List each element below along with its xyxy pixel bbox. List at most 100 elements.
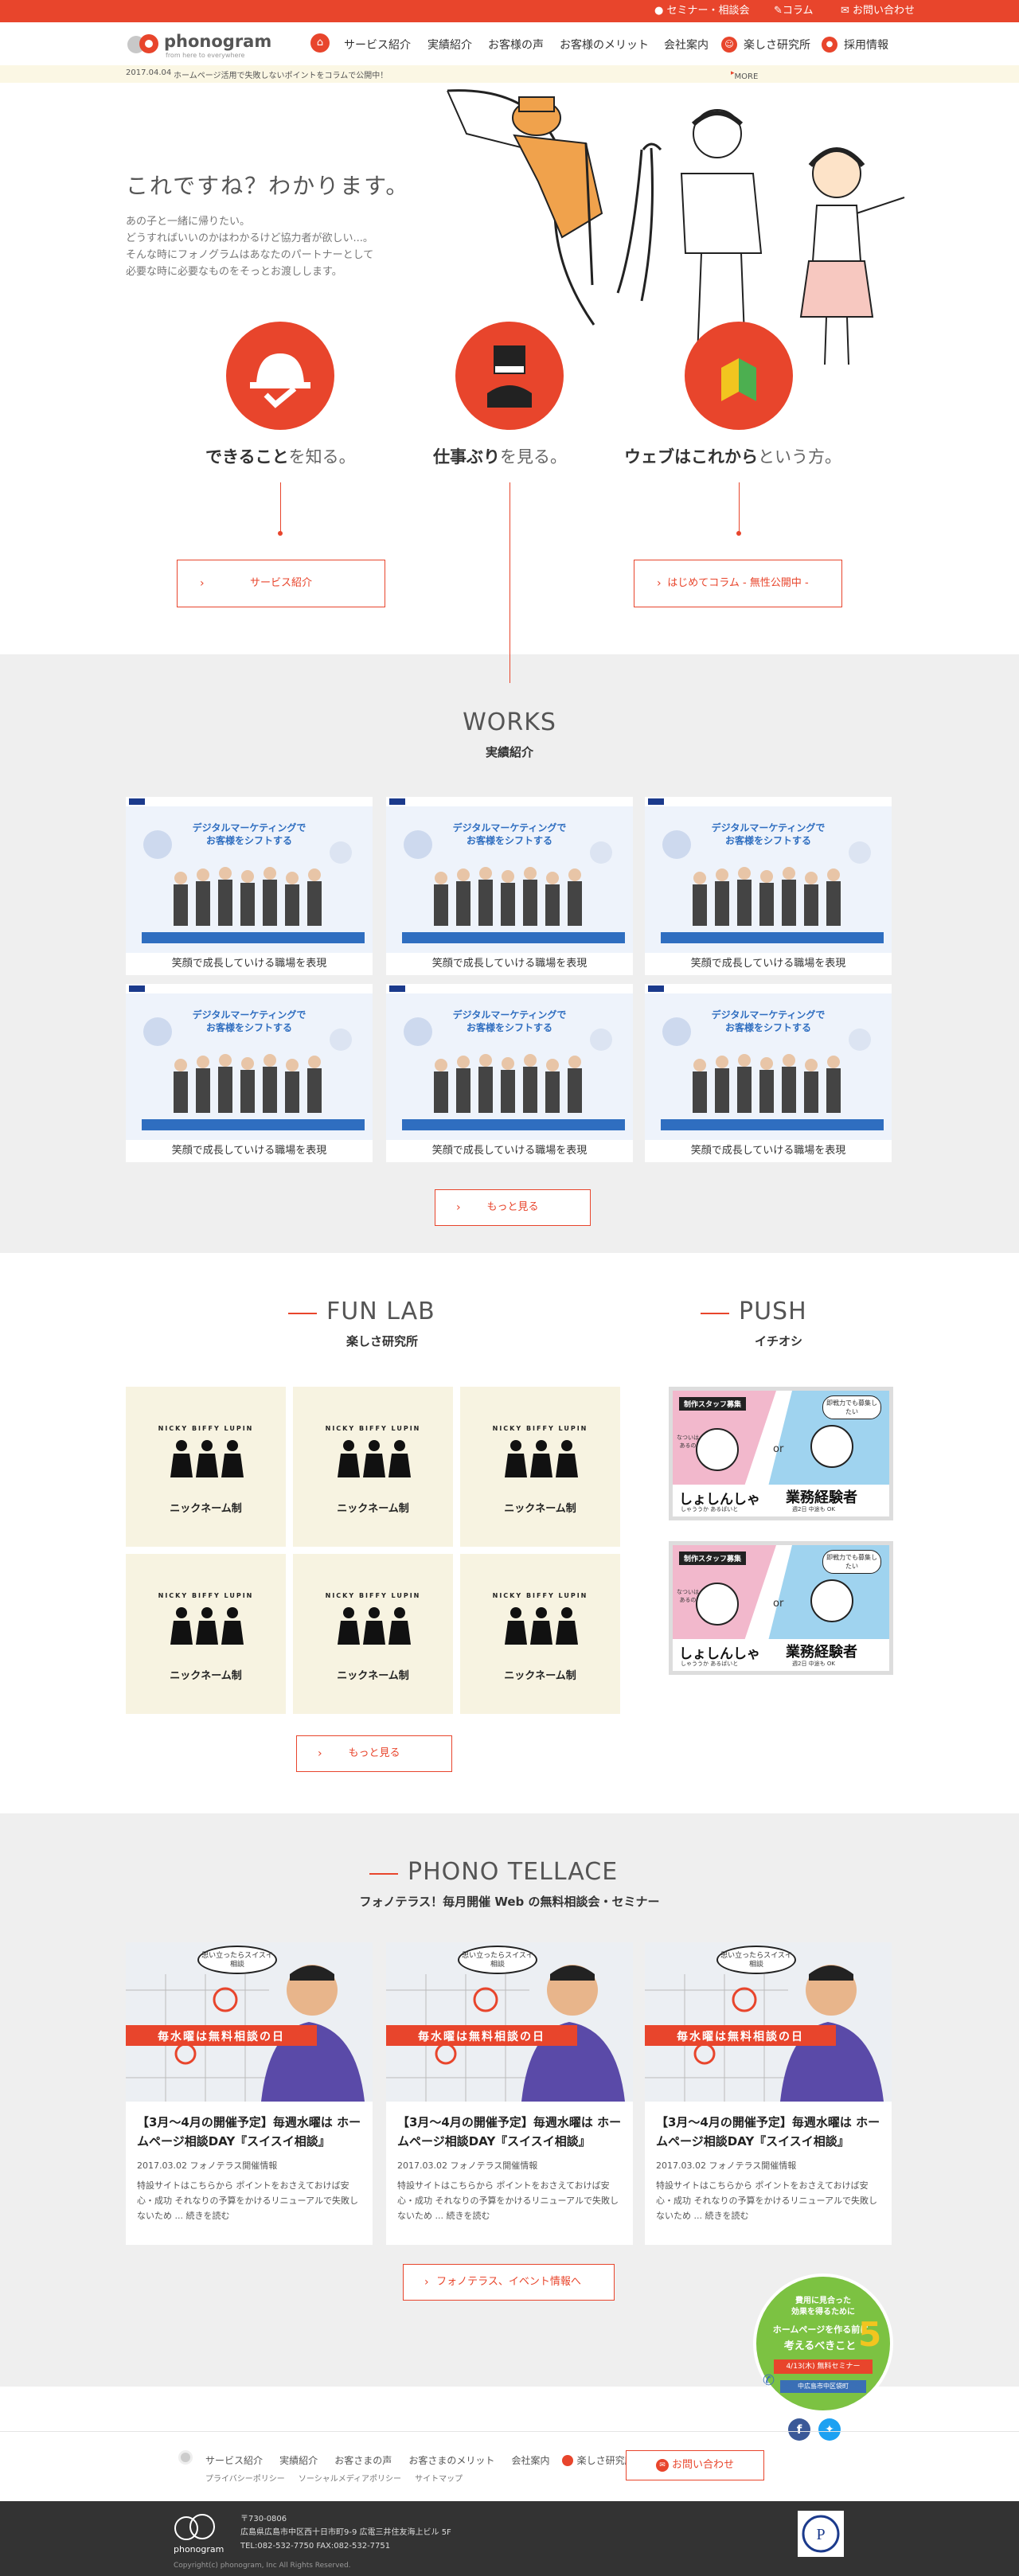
home-icon[interactable]: ⌂ [310, 33, 330, 53]
work-thumbnail: デジタルマーケティングで お客様をシフトする [645, 797, 892, 953]
push-left-sub: しゃううか あるばいと [681, 1661, 739, 1667]
nav-funlab[interactable]: 楽しさ研究所 [744, 37, 810, 53]
feature-thin: を見る。 [500, 447, 567, 466]
footer-contact-label: お問い合わせ [671, 2459, 734, 2471]
tellace-card-meta: 2017.03.02 フォノテラス開催情報 [397, 2160, 538, 2171]
tellace-card-meta: 2017.03.02 フォノテラス開催情報 [137, 2160, 278, 2171]
funlab-card[interactable]: NICKY BIFFY LUPIN ニックネーム制 [460, 1387, 620, 1547]
tellace-more-button[interactable]: › フォノテラス、イベント情報へ [403, 2264, 615, 2301]
work-card[interactable]: デジタルマーケティングで お客様をシフトする 笑顔で成長していける職場を表現 [386, 984, 633, 1162]
nav-works[interactable]: 実績紹介 [428, 37, 472, 53]
hardhat-icon [226, 322, 334, 430]
push-subtitle: イチオシ [754, 1334, 802, 1348]
works-more-button[interactable]: › もっと見る [435, 1189, 591, 1226]
nav-merit[interactable]: お客様のメリット [560, 37, 649, 53]
people-icon [503, 1438, 580, 1493]
funlab-caption: ニックネーム制 [337, 1503, 409, 1515]
funlab-caption: ニックネーム制 [337, 1670, 409, 1682]
work-thumbnail: デジタルマーケティングで お客様をシフトする [126, 984, 373, 1140]
footer-social-policy-link[interactable]: ソーシャルメディアポリシー [299, 2475, 401, 2484]
work-banner-line: デジタルマーケティングで [192, 1009, 306, 1021]
promo-number: 5 [858, 2315, 882, 2354]
tellace-bubble: 思い立ったらスイスイ相談 [716, 1946, 796, 1974]
hero-line: あの子と一緒に帰りたい。 [126, 216, 251, 228]
connector-dot [278, 531, 283, 536]
copyright: Copyright(c) phonogram, Inc All Rights R… [174, 2562, 351, 2570]
funlab-card[interactable]: NICKY BIFFY LUPIN ニックネーム制 [293, 1554, 453, 1714]
work-card[interactable]: デジタルマーケティングで お客様をシフトする 笑顔で成長していける職場を表現 [126, 984, 373, 1162]
footer-nav-works[interactable]: 実績紹介 [279, 2455, 318, 2466]
ticker-date: 2017.04.04 [126, 68, 172, 77]
works-title: WORKS [463, 708, 556, 736]
footer-privacy-link[interactable]: プライバシーポリシー [205, 2475, 285, 2484]
chevron-right-icon: › [456, 1201, 461, 1214]
topbar-seminar-link[interactable]: ● セミナー・相談会 [654, 0, 750, 22]
feature-thin: を知る。 [288, 447, 356, 466]
footer-nav-voice[interactable]: お客さまの声 [334, 2455, 392, 2466]
feature-bold: できること [205, 447, 289, 466]
topbar-seminar-label: セミナー・相談会 [666, 5, 750, 17]
twitter-icon[interactable]: ✦ [818, 2418, 841, 2441]
funlab-caption: ニックネーム制 [170, 1503, 242, 1515]
footer-contact-button[interactable]: ✉ お問い合わせ [626, 2450, 764, 2480]
nav-voice[interactable]: お客様の声 [488, 37, 544, 53]
work-card[interactable]: デジタルマーケティングで お客様をシフトする 笑顔で成長していける職場を表現 [126, 797, 373, 975]
privacy-mark-icon: P [798, 2511, 844, 2557]
logo[interactable]: phonogram from here to everywhere [126, 30, 271, 59]
funlab-card[interactable]: NICKY BIFFY LUPIN ニックネーム制 [460, 1554, 620, 1714]
work-card[interactable]: デジタルマーケティングで お客様をシフトする笑顔で成長していける職場を表現 [645, 797, 892, 975]
work-banner-line: デジタルマーケティングで [452, 822, 567, 833]
tellace-card[interactable]: 毎水曜は無料相談の日 思い立ったらスイスイ相談 【3月〜4月の開催予定】毎週水曜は … [645, 1942, 892, 2245]
seminar-promo-badge[interactable]: 費用に見合った 効果を得るために ホームページを作る前に 考えるべきこと 5 4/… [753, 2274, 893, 2414]
feature-thin: という方。 [758, 447, 841, 466]
feature-label-know: できることを知る。 [205, 444, 356, 468]
services-button[interactable]: › サービス紹介 [177, 560, 385, 607]
push-badge: 制作スタッフ募集 [679, 1397, 747, 1411]
facebook-icon[interactable]: f [788, 2418, 810, 2441]
footer-nav-services[interactable]: サービス紹介 [205, 2455, 263, 2466]
work-card[interactable]: デジタルマーケティングで お客様をシフトする 笑顔で成長していける職場を表現 [386, 797, 633, 975]
tellace-image: 毎水曜は無料相談の日 思い立ったらスイスイ相談 [126, 1942, 373, 2102]
nav-services[interactable]: サービス紹介 [344, 37, 411, 53]
push-card[interactable]: 制作スタッフ募集 即戦力でも募集したい なついはあるの or しょしんしゃ しゃううか あ… [669, 1387, 893, 1520]
footer-sitemap-link[interactable]: サイトマップ [415, 2475, 463, 2484]
topbar-column-link[interactable]: ✎コラム [774, 0, 814, 22]
footer-logo-text: phonogram [174, 2544, 224, 2555]
feature-bold: ウェブはこれから [624, 447, 758, 466]
footer-nav-company[interactable]: 会社案内 [511, 2455, 549, 2466]
nav-company[interactable]: 会社案内 [664, 37, 709, 53]
news-ticker: 2017.04.04 ホームページ活用で失敗しないポイントをコラムで公開中！ ▸… [0, 65, 1019, 83]
funlab-card[interactable]: NICKY BIFFY LUPIN ニックネーム制 [126, 1554, 286, 1714]
hero-title: これですね？わかります。 [126, 173, 410, 199]
connector-line [739, 482, 740, 533]
work-thumbnail: デジタルマーケティングで お客様をシフトする [386, 984, 633, 1140]
work-banner-line: デジタルマーケティングで [192, 822, 306, 833]
tellace-card[interactable]: 毎水曜は無料相談の日 思い立ったらスイスイ相談 【3月〜4月の開催予定】毎週水曜は … [126, 1942, 373, 2245]
funlab-names: NICKY BIFFY LUPIN [325, 1425, 421, 1432]
funlab-card[interactable]: NICKY BIFFY LUPIN ニックネーム制 [293, 1387, 453, 1547]
ticker-link[interactable]: ホームページ活用で失敗しないポイントをコラムで公開中！ [174, 68, 388, 80]
column-button[interactable]: › はじめてコラム - 無性公開中 - [634, 560, 842, 607]
work-caption: 笑顔で成長していける職場を表現 [690, 958, 846, 970]
ticker-more-link[interactable]: ▸ MORE [731, 69, 758, 81]
tellace-bubble: 思い立ったらスイスイ相談 [197, 1946, 277, 1974]
funlab-card[interactable]: NICKY BIFFY LUPIN ニックネーム制 [126, 1387, 286, 1547]
recruit-icon: ● [822, 37, 837, 53]
pen-icon: ✎ [774, 5, 783, 17]
nav-recruit[interactable]: 採用情報 [844, 37, 888, 53]
push-bubble: なついはあるの [677, 1589, 699, 1603]
footer-nav-merit[interactable]: お客さまのメリット [408, 2455, 494, 2466]
funlab-more-button[interactable]: › もっと見る [296, 1735, 452, 1772]
mail-icon: ✉ [841, 5, 849, 17]
footer-subnav: プライバシーポリシー ソーシャルメディアポリシー サイトマップ [205, 2469, 463, 2484]
hero-text: あの子と一緒に帰りたい。 どうすればいいのかはわかるけど協力者が欲しい...。 … [126, 213, 460, 280]
tellace-card[interactable]: 毎水曜は無料相談の日 思い立ったらスイスイ相談 【3月〜4月の開催予定】毎週水曜は … [386, 1942, 633, 2245]
topbar-contact-link[interactable]: ✉ お問い合わせ [841, 0, 915, 22]
chevron-right-icon: › [318, 1747, 322, 1760]
push-card[interactable]: 制作スタッフ募集 即戦力でも募集したい なついはあるの or しょしんしゃ しゃううか あ… [669, 1541, 893, 1675]
push-right: 業務経験者 [786, 1489, 857, 1506]
work-card[interactable]: デジタルマーケティングで お客様をシフトする 笑顔で成長していける職場を表現 [645, 984, 892, 1162]
people-icon [336, 1605, 412, 1661]
hero-line: どうすればいいのかはわかるけど協力者が欲しい...。 [126, 232, 373, 244]
footer-divider [0, 2431, 1019, 2432]
